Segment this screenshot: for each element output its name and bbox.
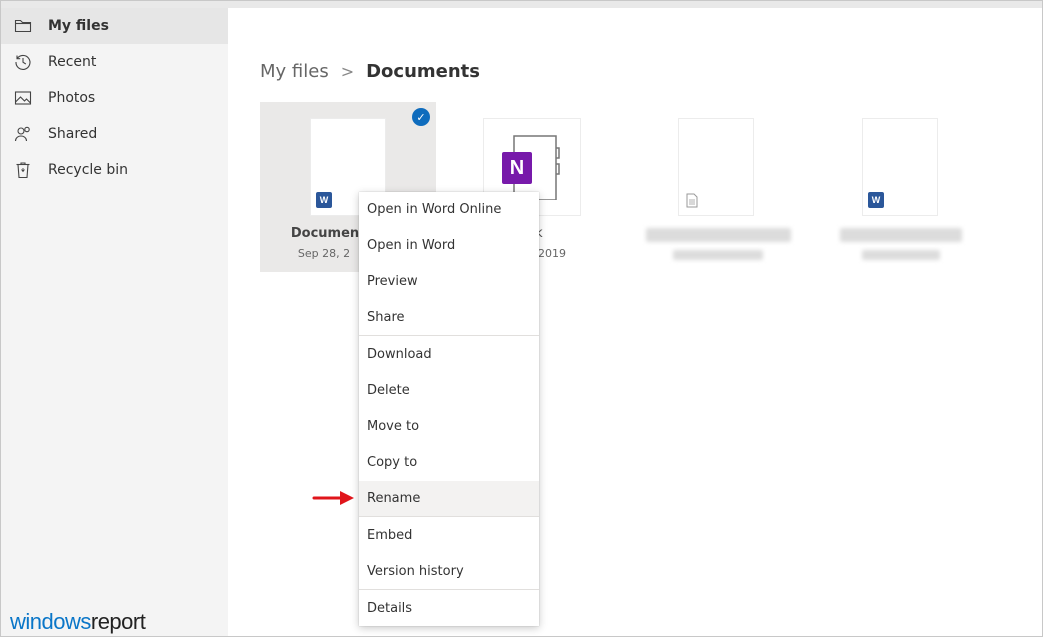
menu-item-open-in-word[interactable]: Open in Word	[359, 228, 539, 264]
sidebar-item-label: My files	[48, 18, 109, 34]
sidebar-item-recent[interactable]: Recent	[0, 44, 228, 80]
page-title: Documents	[366, 60, 480, 82]
sidebar: My files Recent Photos Shared Recycle bi…	[0, 8, 228, 637]
file-tile-blurred-1[interactable]	[628, 102, 804, 272]
photo-icon	[14, 89, 32, 107]
sidebar-item-photos[interactable]: Photos	[0, 80, 228, 116]
sidebar-item-label: Photos	[48, 90, 96, 106]
file-date: 2019	[538, 247, 566, 260]
menu-item-rename[interactable]: Rename	[359, 481, 539, 517]
folder-icon	[14, 17, 32, 35]
blurred-file-name	[840, 228, 962, 242]
sidebar-item-recycle-bin[interactable]: Recycle bin	[0, 152, 228, 188]
file-tile-blurred-2[interactable]: W	[812, 102, 988, 272]
onenote-icon: N	[502, 152, 532, 184]
people-icon	[14, 125, 32, 143]
menu-item-move-to[interactable]: Move to	[359, 409, 539, 445]
menu-divider	[359, 335, 539, 336]
breadcrumb-separator-icon: >	[340, 61, 355, 81]
blurred-file-date	[673, 250, 763, 260]
blurred-file-date	[862, 250, 940, 260]
generic-file-icon	[686, 193, 698, 208]
menu-item-open-in-word-online[interactable]: Open in Word Online	[359, 192, 539, 228]
sidebar-item-my-files[interactable]: My files	[0, 8, 228, 44]
context-menu: Open in Word Online Open in Word Preview…	[359, 192, 539, 626]
menu-item-details[interactable]: Details	[359, 591, 539, 627]
sidebar-item-label: Shared	[48, 126, 98, 142]
menu-item-copy-to[interactable]: Copy to	[359, 445, 539, 481]
history-icon	[14, 53, 32, 71]
recycle-bin-icon	[14, 161, 32, 179]
window-top-bar	[0, 0, 1043, 8]
windows-report-logo: windowsreport	[10, 609, 146, 634]
breadcrumb: My files > Documents	[260, 58, 480, 84]
menu-divider	[359, 589, 539, 590]
menu-item-embed[interactable]: Embed	[359, 518, 539, 554]
breadcrumb-root[interactable]: My files	[260, 61, 329, 82]
red-arrow-icon	[312, 491, 354, 505]
sidebar-item-label: Recycle bin	[48, 162, 128, 178]
menu-divider	[359, 516, 539, 517]
sidebar-item-shared[interactable]: Shared	[0, 116, 228, 152]
menu-item-download[interactable]: Download	[359, 337, 539, 373]
word-icon: W	[316, 192, 335, 208]
menu-item-version-history[interactable]: Version history	[359, 554, 539, 590]
menu-item-delete[interactable]: Delete	[359, 373, 539, 409]
blurred-file-name	[646, 228, 791, 242]
menu-item-share[interactable]: Share	[359, 300, 539, 336]
menu-item-preview[interactable]: Preview	[359, 264, 539, 300]
selected-check-icon[interactable]: ✓	[412, 108, 430, 126]
sidebar-item-label: Recent	[48, 54, 97, 70]
word-icon: W	[868, 192, 887, 208]
